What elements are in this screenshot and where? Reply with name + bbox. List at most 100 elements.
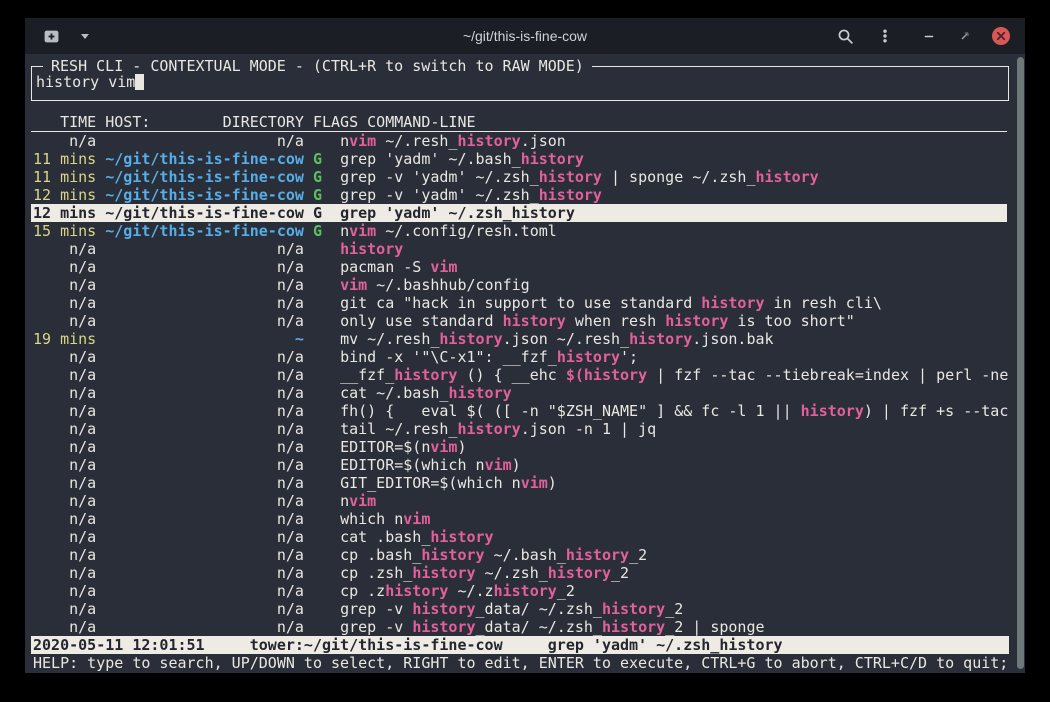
row-directory: n/a: [105, 384, 304, 402]
row-directory: n/a: [105, 564, 304, 582]
row-time: n/a: [33, 528, 96, 546]
row-flags: [313, 330, 322, 348]
row-flags: [313, 528, 322, 546]
row-directory: n/a: [105, 420, 304, 438]
row-command: only use standard history when resh hist…: [340, 312, 855, 330]
table-row[interactable]: n/a n/a history: [31, 240, 1007, 258]
row-command: vim ~/.bashhub/config: [340, 276, 530, 294]
table-row[interactable]: n/a n/a nvim ~/.resh_history.json: [31, 132, 1007, 150]
search-icon[interactable]: [831, 18, 859, 54]
row-time: n/a: [33, 420, 96, 438]
table-row[interactable]: n/a n/a GIT_EDITOR=$(which nvim): [31, 474, 1007, 492]
row-directory: n/a: [105, 528, 304, 546]
row-time: n/a: [33, 366, 96, 384]
row-command: bind -x '"\C-x1": __fzf_history';: [340, 348, 638, 366]
row-directory: n/a: [105, 276, 304, 294]
row-directory: ~/git/this-is-fine-cow: [105, 222, 304, 240]
row-command: GIT_EDITOR=$(which nvim): [340, 474, 557, 492]
table-row[interactable]: n/a n/a cat .bash_history: [31, 528, 1007, 546]
row-flags: G: [313, 150, 322, 168]
table-row[interactable]: 15 mins ~/git/this-is-fine-cow G nvim ~/…: [31, 222, 1007, 240]
row-directory: n/a: [105, 492, 304, 510]
row-directory: n/a: [105, 294, 304, 312]
selected-entry-statusbar: 2020-05-11 12:01:51 tower:~/git/this-is-…: [31, 636, 1009, 654]
row-time: n/a: [33, 600, 96, 618]
table-row[interactable]: n/a n/a only use standard history when r…: [31, 312, 1007, 330]
row-command: cat .bash_history: [340, 528, 494, 546]
row-command: which nvim: [340, 510, 430, 528]
row-time: n/a: [33, 582, 96, 600]
row-flags: [313, 240, 322, 258]
row-directory: n/a: [105, 474, 304, 492]
row-directory: n/a: [105, 366, 304, 384]
row-flags: [313, 366, 322, 384]
table-row[interactable]: n/a n/a cp .zhistory ~/.zhistory_2: [31, 582, 1007, 600]
scrollbar[interactable]: [1017, 57, 1024, 669]
row-time: n/a: [33, 276, 96, 294]
table-row[interactable]: n/a n/a fh() { eval $( ([ -n "$ZSH_NAME"…: [31, 402, 1007, 420]
history-table-header: TIME HOST: DIRECTORY FLAGS COMMAND-LINE: [31, 114, 1007, 132]
table-row[interactable]: 11 mins ~/git/this-is-fine-cow G grep 'y…: [31, 150, 1007, 168]
row-command: cat ~/.bash_history: [340, 384, 512, 402]
row-time: 15 mins: [33, 222, 96, 240]
row-flags: [313, 510, 322, 528]
table-row[interactable]: 12 mins ~/git/this-is-fine-cow G grep -v…: [31, 186, 1007, 204]
table-row[interactable]: n/a n/a bind -x '"\C-x1": __fzf_history'…: [31, 348, 1007, 366]
row-command: grep -v 'yadm' ~/.zsh_history: [340, 186, 602, 204]
row-time: n/a: [33, 510, 96, 528]
row-directory: n/a: [105, 438, 304, 456]
table-row[interactable]: n/a n/a grep -v history_data/ ~/.zsh_his…: [31, 618, 1007, 636]
row-time: n/a: [33, 456, 96, 474]
kebab-menu-icon[interactable]: [871, 18, 899, 54]
table-row[interactable]: n/a n/a pacman -S vim: [31, 258, 1007, 276]
row-time: n/a: [33, 402, 96, 420]
terminal-screen: RESH CLI - CONTEXTUAL MODE - (CTRL+R to …: [25, 54, 1025, 673]
row-command: pacman -S vim: [340, 258, 457, 276]
row-flags: [313, 258, 322, 276]
table-row[interactable]: n/a n/a nvim: [31, 492, 1007, 510]
row-directory: n/a: [105, 258, 304, 276]
table-row[interactable]: n/a n/a cp .zsh_history ~/.zsh_history_2: [31, 564, 1007, 582]
table-row[interactable]: n/a n/a cat ~/.bash_history: [31, 384, 1007, 402]
row-command: cp .zsh_history ~/.zsh_history_2: [340, 564, 629, 582]
close-icon[interactable]: [987, 18, 1015, 54]
row-command: mv ~/.resh_history.json ~/.resh_history.…: [340, 330, 774, 348]
row-directory: n/a: [105, 618, 304, 636]
row-command: nvim ~/.config/resh.toml: [340, 222, 557, 240]
row-command: nvim ~/.resh_history.json: [340, 132, 566, 150]
table-row[interactable]: 19 mins ~ mv ~/.resh_history.json ~/.res…: [31, 330, 1007, 348]
titlebar: ~/git/this-is-fine-cow: [25, 18, 1025, 54]
row-command: grep 'yadm' ~/.zsh_history: [340, 204, 575, 222]
minimize-icon[interactable]: [915, 18, 943, 54]
row-command: nvim: [340, 492, 376, 510]
row-command: __fzf_history () { __ehc $(history | fzf…: [340, 366, 1008, 384]
row-flags: [313, 456, 322, 474]
table-row[interactable]: n/a n/a git ca "hack in support to use s…: [31, 294, 1007, 312]
table-row[interactable]: n/a n/a EDITOR=$(nvim): [31, 438, 1007, 456]
table-row[interactable]: n/a n/a grep -v history_data/ ~/.zsh_his…: [31, 600, 1007, 618]
table-row[interactable]: n/a n/a EDITOR=$(which nvim): [31, 456, 1007, 474]
row-flags: [313, 420, 322, 438]
table-row[interactable]: n/a n/a vim ~/.bashhub/config: [31, 276, 1007, 294]
row-flags: [313, 600, 322, 618]
row-flags: [313, 402, 322, 420]
row-directory: n/a: [105, 546, 304, 564]
history-rows: n/a n/a nvim ~/.resh_history.json11 mins…: [31, 132, 1007, 636]
row-time: 11 mins: [33, 150, 96, 168]
row-directory: n/a: [105, 132, 304, 150]
table-row[interactable]: n/a n/a cp .bash_history ~/.bash_history…: [31, 546, 1007, 564]
row-time: n/a: [33, 294, 96, 312]
row-flags: [313, 474, 322, 492]
restore-icon[interactable]: [951, 18, 979, 54]
row-time: n/a: [33, 384, 96, 402]
search-input[interactable]: history vim: [36, 73, 144, 91]
table-row[interactable]: 11 mins ~/git/this-is-fine-cow G grep -v…: [31, 168, 1007, 186]
table-row[interactable]: n/a n/a __fzf_history () { __ehc $(histo…: [31, 366, 1007, 384]
table-row-selected[interactable]: 12 mins ~/git/this-is-fine-cow G grep 'y…: [31, 204, 1007, 222]
table-row[interactable]: n/a n/a which nvim: [31, 510, 1007, 528]
row-command: grep -v 'yadm' ~/.zsh_history | sponge ~…: [340, 168, 819, 186]
help-line: HELP: type to search, UP/DOWN to select,…: [33, 654, 1008, 672]
row-time: n/a: [33, 132, 96, 150]
row-flags: [313, 546, 322, 564]
table-row[interactable]: n/a n/a tail ~/.resh_history.json -n 1 |…: [31, 420, 1007, 438]
